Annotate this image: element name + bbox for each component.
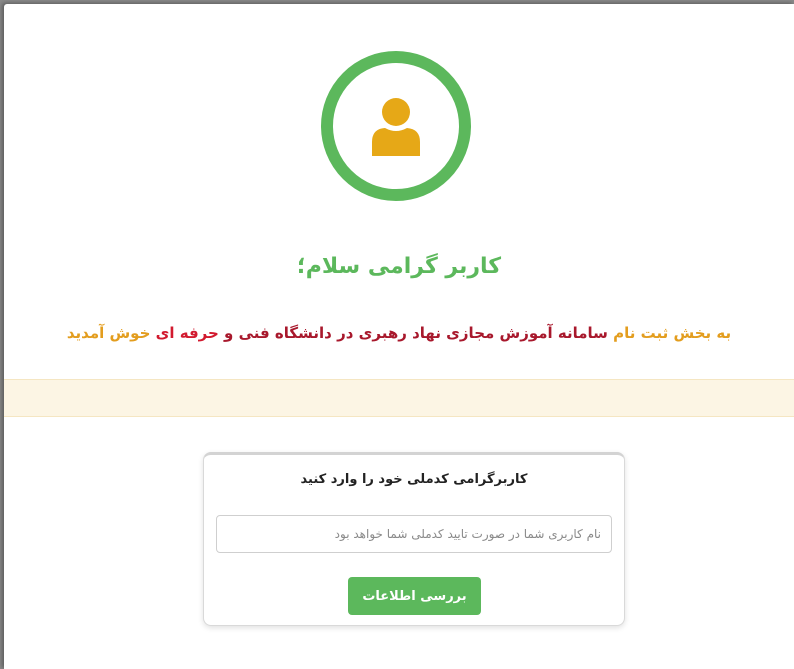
registration-page: کاربر گرامی سلام؛ به بخش ثبت نام سامانه … [4,4,794,669]
alert-bar [4,379,794,417]
user-icon [372,98,420,156]
form-title: کاربرگرامی کدملی خود را وارد کنید [300,472,528,487]
national-code-form: کاربرگرامی کدملی خود را وارد کنید بررسی … [203,452,625,626]
check-info-button[interactable]: بررسی اطلاعات [348,577,481,615]
avatar [321,51,471,201]
welcome-message: به بخش ثبت نام سامانه آموزش مجازی نهاد ر… [4,324,794,342]
welcome-part-2: سامانه آموزش مجازی نهاد رهبری در دانشگاه… [218,324,608,342]
welcome-part-4: خوش آمدید [66,324,156,342]
national-code-input[interactable] [216,515,612,553]
greeting-heading: کاربر گرامی سلام؛ [296,254,502,279]
welcome-part-3: حرفه ای [155,324,219,342]
welcome-part-1: به بخش ثبت نام [607,324,732,342]
